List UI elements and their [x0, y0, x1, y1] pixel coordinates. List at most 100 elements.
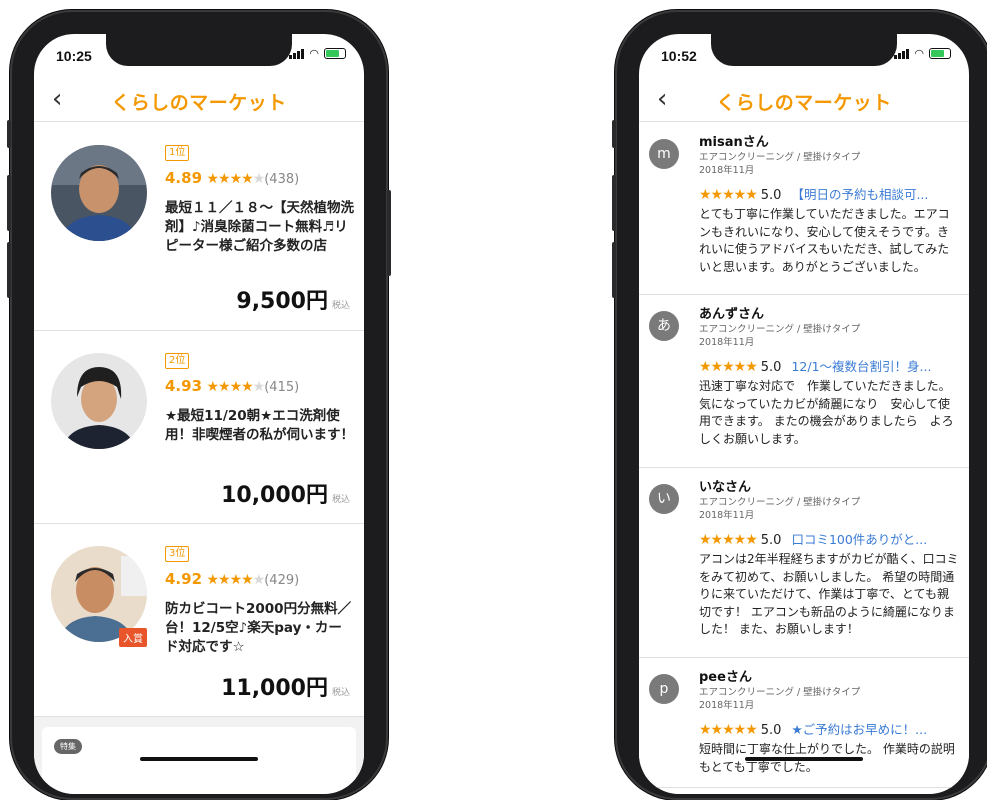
review-category: エアコンクリーニング / 壁掛けタイプ — [699, 324, 861, 335]
review-category: エアコンクリーニング / 壁掛けタイプ — [699, 687, 861, 698]
signal-icon — [289, 48, 305, 59]
wifi-icon: ◠ — [309, 46, 319, 60]
notch — [711, 34, 897, 66]
ranking-list: 1位 4.89 ★★★★★(438) 最短１１／１８〜【天然植物洗剤】♪消臭除菌… — [34, 123, 364, 787]
status-icons: ◠ — [894, 48, 951, 59]
nav-bar: ‹ くらしのマーケット — [34, 78, 364, 122]
star-rating-icon: ★★★★ — [206, 379, 253, 395]
review-item[interactable]: い いなさん エアコンクリーニング / 壁掛けタイプ 2018年11月 ★★★★… — [639, 468, 969, 658]
ranking-card[interactable]: 入賞 3位 4.92 ★★★★★(429) 防カビコート2000円分無料／台！1… — [34, 524, 364, 717]
reviewer-avatar: p — [649, 674, 679, 704]
service-title: ★最短11/20朝★エコ洗剤使用！非喫煙者の私が伺います！ — [165, 408, 354, 443]
price-row: 9,500円 税込 — [236, 283, 350, 315]
service-title: 防カビコート2000円分無料／台！12/5空♪楽天pay・カード対応です☆ — [165, 601, 352, 655]
mute-switch — [7, 120, 11, 148]
home-indicator[interactable] — [140, 757, 258, 761]
star-rating-icon: ★★★★★ — [699, 187, 758, 203]
mute-switch — [612, 120, 616, 148]
app-logo: くらしのマーケット — [716, 92, 892, 114]
app-logo: くらしのマーケット — [111, 92, 287, 114]
star-empty-icon: ★ — [252, 171, 266, 187]
review-count: (438) — [264, 172, 300, 187]
power-button — [387, 190, 391, 276]
price: 9,500円 — [236, 289, 328, 314]
battery-icon — [324, 48, 346, 59]
review-date: 2018年11月 — [699, 165, 755, 176]
provider-avatar — [51, 145, 147, 241]
rating-value: 4.93 — [165, 377, 203, 395]
service-link[interactable]: 口コミ100件ありがと... — [791, 532, 927, 547]
reviewer-avatar: い — [649, 484, 679, 514]
review-date: 2018年11月 — [699, 510, 755, 521]
review-category: エアコンクリーニング / 壁掛けタイプ — [699, 152, 861, 163]
left-phone-frame: 10:25 ◠ ‹ くらしのマーケット 1位 4.89 ★★★★★(438) 最… — [7, 10, 391, 800]
tax-label: 税込 — [331, 495, 350, 505]
volume-up-button — [612, 175, 616, 231]
rating-row: 4.93 ★★★★★(415) — [165, 377, 299, 395]
service-title: 最短１１／１８〜【天然植物洗剤】♪消臭除菌コート無料♬リピーター様ご紹介多数の店 — [165, 200, 354, 254]
ranking-card[interactable]: 1位 4.89 ★★★★★(438) 最短１１／１８〜【天然植物洗剤】♪消臭除菌… — [34, 123, 364, 331]
battery-icon — [929, 48, 951, 59]
price-row: 11,000円 税込 — [221, 670, 350, 702]
review-rating-row: ★★★★★ 5.0 12/1〜複数台割引！身... — [699, 356, 959, 375]
status-time: 10:25 — [56, 48, 92, 64]
review-item[interactable]: あ あんずさん エアコンクリーニング / 壁掛けタイプ 2018年11月 ★★★… — [639, 295, 969, 468]
reviewer-name: あんずさん — [699, 307, 765, 322]
rank-label: 2位 — [165, 353, 190, 369]
review-text: アコンは2年半程経ちますがカビが酷く、口コミをみて初めて、お願いしました。 希望… — [699, 552, 959, 636]
review-text: とても丁寧に作業していただきました。エアコンもきれいになり、安心して使えそうです… — [699, 207, 950, 274]
review-score: 5.0 — [760, 533, 782, 548]
feature-section: 特集 — [34, 717, 364, 787]
star-empty-icon: ★ — [252, 379, 266, 395]
star-rating-icon: ★★★★★ — [699, 359, 758, 375]
review-item[interactable]: p peeさん エアコンクリーニング / 壁掛けタイプ 2018年11月 ★★★… — [639, 658, 969, 788]
wifi-icon: ◠ — [914, 46, 924, 60]
tax-label: 税込 — [331, 688, 350, 698]
right-phone-frame: 10:52 ◠ ‹ くらしのマーケット m misanさん エアコンクリーニング… — [612, 10, 987, 800]
reviewer-name: misanさん — [699, 135, 769, 150]
price-row: 10,000円 税込 — [221, 477, 350, 509]
volume-down-button — [7, 242, 11, 298]
review-score: 5.0 — [760, 188, 782, 203]
reviewer-avatar: m — [649, 139, 679, 169]
review-item[interactable]: m misanさん エアコンクリーニング / 壁掛けタイプ 2018年11月 ★… — [639, 123, 969, 295]
notch — [106, 34, 292, 66]
status-time: 10:52 — [661, 48, 697, 64]
star-empty-icon: ★ — [252, 572, 266, 588]
rank-label: 3位 — [165, 546, 190, 562]
review-count: (415) — [264, 380, 300, 395]
rating-value: 4.89 — [165, 169, 203, 187]
star-rating-icon: ★★★★★ — [699, 722, 758, 738]
signal-icon — [894, 48, 910, 59]
review-rating-row: ★★★★★ 5.0 【明日の予約も相談可... — [699, 184, 959, 203]
review-date: 2018年11月 — [699, 337, 755, 348]
right-screen: 10:52 ◠ ‹ くらしのマーケット m misanさん エアコンクリーニング… — [639, 34, 969, 794]
star-rating-icon: ★★★★ — [206, 572, 253, 588]
price: 10,000円 — [221, 483, 328, 508]
rating-row: 4.92 ★★★★★(429) — [165, 570, 299, 588]
review-score: 5.0 — [760, 360, 782, 375]
price: 11,000円 — [221, 676, 328, 701]
provider-avatar — [51, 353, 147, 449]
rating-value: 4.92 — [165, 570, 203, 588]
nav-bar: ‹ くらしのマーケット — [639, 78, 969, 122]
review-rating-row: ★★★★★ 5.0 ★ご予約はお早めに！... — [699, 719, 959, 738]
review-rating-row: ★★★★★ 5.0 口コミ100件ありがと... — [699, 529, 959, 548]
prize-badge: 入賞 — [119, 628, 147, 647]
reviewer-avatar: あ — [649, 311, 679, 341]
star-rating-icon: ★★★★★ — [699, 532, 758, 548]
review-category: エアコンクリーニング / 壁掛けタイプ — [699, 497, 861, 508]
service-link[interactable]: ★ご予約はお早めに！... — [791, 722, 927, 737]
status-icons: ◠ — [289, 48, 346, 59]
ranking-card[interactable]: 2位 4.93 ★★★★★(415) ★最短11/20朝★エコ洗剤使用！非喫煙者… — [34, 331, 364, 524]
tax-label: 税込 — [331, 301, 350, 311]
reviewer-name: peeさん — [699, 670, 752, 685]
home-indicator[interactable] — [745, 757, 863, 761]
rating-row: 4.89 ★★★★★(438) — [165, 169, 299, 187]
review-list: m misanさん エアコンクリーニング / 壁掛けタイプ 2018年11月 ★… — [639, 123, 969, 788]
review-date: 2018年11月 — [699, 700, 755, 711]
service-link[interactable]: 12/1〜複数台割引！身... — [791, 359, 931, 374]
service-link[interactable]: 【明日の予約も相談可... — [791, 187, 928, 202]
volume-up-button — [7, 175, 11, 231]
review-text: 迅速丁寧な対応で 作業していただきました。気になっていたカビが綺麗になり 安心し… — [699, 379, 954, 446]
